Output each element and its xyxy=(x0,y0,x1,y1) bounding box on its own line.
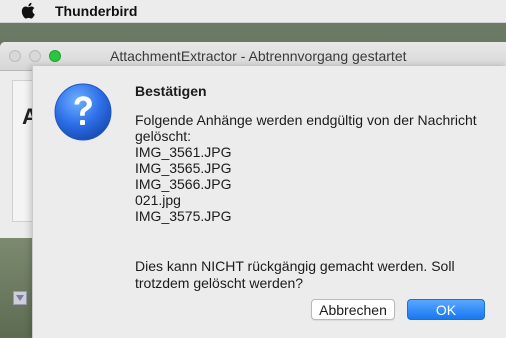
file-item: IMG_3561.JPG xyxy=(135,144,232,160)
confirm-dialog: Bestätigen Folgende Anhänge werden endgü… xyxy=(32,66,506,338)
dialog-warning: Dies kann NICHT rückgängig gemacht werde… xyxy=(135,258,455,291)
ok-button[interactable]: OK xyxy=(407,299,485,320)
window-title: AttachmentExtractor - Abtrennvorgang ges… xyxy=(110,48,407,64)
message-text: Folgende Anhänge werden endgültig von de… xyxy=(135,112,477,144)
scroll-down-arrow-icon[interactable] xyxy=(13,291,27,305)
menu-bar: Thunderbird xyxy=(0,0,506,23)
window-minimize-button[interactable] xyxy=(29,50,41,62)
dialog-title: Bestätigen xyxy=(135,83,207,99)
file-item: IMG_3566.JPG xyxy=(135,176,232,192)
app-name-menu[interactable]: Thunderbird xyxy=(55,3,137,19)
background-image-strip xyxy=(0,238,32,338)
file-item: IMG_3575.JPG xyxy=(135,208,232,224)
question-icon xyxy=(54,83,112,141)
attachment-file-list: IMG_3561.JPG IMG_3565.JPG IMG_3566.JPG 0… xyxy=(135,144,485,224)
file-item: IMG_3565.JPG xyxy=(135,160,232,176)
window-close-button[interactable] xyxy=(9,50,21,62)
cancel-button[interactable]: Abbrechen xyxy=(311,299,395,320)
apple-icon[interactable] xyxy=(21,2,35,19)
window-zoom-button[interactable] xyxy=(49,50,61,62)
dialog-message: Folgende Anhänge werden endgültig von de… xyxy=(135,112,485,224)
file-item: 021.jpg xyxy=(135,192,181,208)
